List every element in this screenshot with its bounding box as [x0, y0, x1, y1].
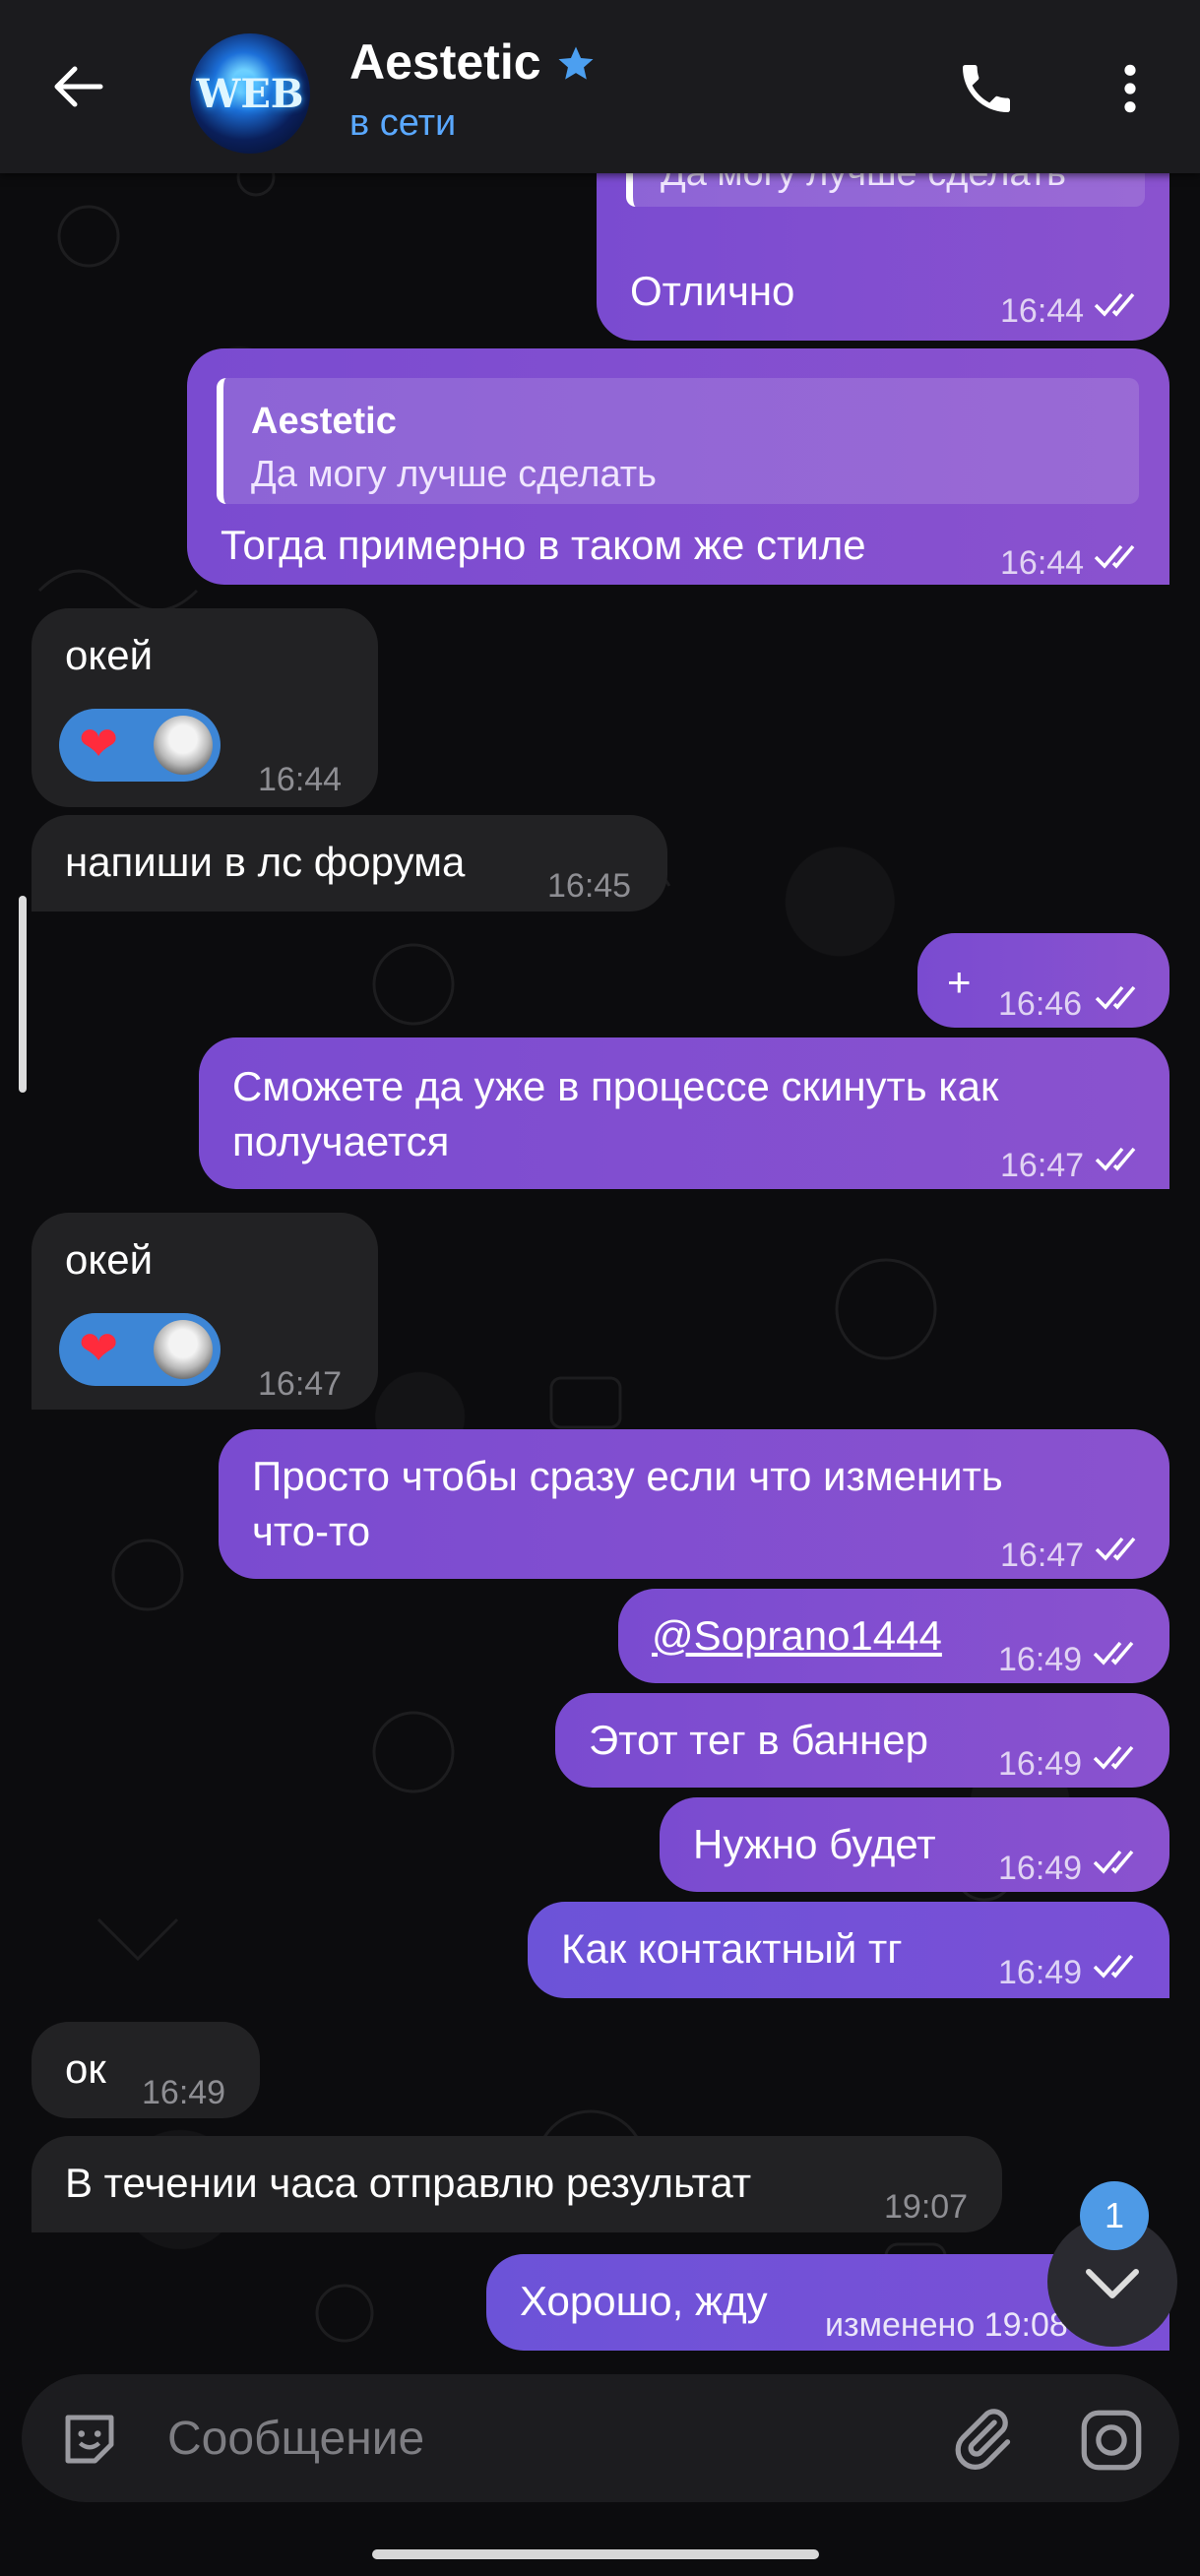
message-time: 16:47 — [1000, 1537, 1085, 1574]
message-outgoing[interactable]: Просто чтобы сразу если что изменить что… — [219, 1429, 1169, 1579]
double-check-icon — [1094, 292, 1135, 317]
double-check-icon — [1093, 1641, 1134, 1665]
message-time: 16:46 — [998, 985, 1083, 1023]
message-text: ок — [65, 2045, 106, 2092]
message-incoming[interactable]: В течении часа отправлю результат 19:07 — [32, 2136, 1002, 2232]
heart-icon: ❤ — [79, 1323, 119, 1375]
message-outgoing[interactable]: Сможете да уже в процессе скинуть как по… — [199, 1037, 1169, 1189]
message-outgoing[interactable]: @Soprano1444 16:49 — [618, 1589, 1169, 1683]
message-time: 16:44 — [258, 761, 343, 798]
reactor-avatar — [154, 716, 213, 775]
mention-link[interactable]: @Soprano1444 — [652, 1608, 942, 1664]
chat-header: WEB Aestetic в сети — [0, 0, 1200, 173]
reply-author: Aestetic — [251, 401, 397, 442]
message-time: 16:49 — [998, 1745, 1083, 1783]
double-check-icon — [1093, 1850, 1134, 1874]
reply-text: Да могу лучше сделать — [251, 454, 657, 495]
message-time: 16:44 — [1000, 292, 1085, 330]
online-status: в сети — [349, 102, 457, 144]
scroll-indicator[interactable] — [19, 896, 27, 1093]
message-time: изменено 19:08 — [825, 2306, 1068, 2344]
back-arrow-icon[interactable] — [49, 57, 108, 116]
message-text: Нужно будет — [693, 1821, 936, 1867]
paperclip-icon[interactable] — [947, 2404, 1016, 2473]
message-time: 16:49 — [142, 2074, 226, 2111]
message-input[interactable]: Сообщение — [167, 2412, 424, 2466]
message-text: Хорошо, жду — [520, 2278, 768, 2324]
message-incoming[interactable]: окей ❤ 16:47 — [32, 1213, 378, 1410]
reaction-chip[interactable]: ❤ — [59, 1313, 221, 1386]
message-text: Тогда примерно в таком же стиле — [221, 522, 866, 568]
double-check-icon — [1095, 1147, 1136, 1171]
home-indicator[interactable] — [372, 2549, 819, 2559]
reply-quote[interactable]: Aestetic Да могу лучше сделать — [217, 378, 1139, 504]
message-text: Отлично — [630, 268, 795, 314]
message-outgoing[interactable]: + 16:46 — [917, 933, 1169, 1028]
avatar-text: WEB — [196, 71, 304, 117]
message-time: 16:49 — [998, 1850, 1083, 1887]
verified-star-icon — [558, 46, 594, 80]
message-time: 16:47 — [258, 1365, 343, 1403]
double-check-icon — [1095, 1537, 1136, 1561]
double-check-icon — [1095, 985, 1136, 1010]
message-time: 19:07 — [884, 2188, 969, 2226]
message-composer: Сообщение — [22, 2374, 1179, 2502]
double-check-icon — [1093, 1745, 1134, 1770]
reactor-avatar — [154, 1320, 213, 1379]
message-time: 16:47 — [1000, 1147, 1085, 1184]
message-time: 16:49 — [998, 1641, 1083, 1678]
message-time: 16:49 — [998, 1954, 1083, 1991]
message-text: В течении часа отправлю результат — [65, 2160, 752, 2206]
message-text: напиши в лс форума — [65, 839, 466, 885]
message-outgoing[interactable]: Этот тег в баннер 16:49 — [555, 1693, 1169, 1788]
phone-icon[interactable] — [955, 57, 1018, 120]
message-text-line: получается — [232, 1118, 450, 1164]
message-incoming[interactable]: окей ❤ 16:44 — [32, 608, 378, 807]
unread-badge: 1 — [1080, 2181, 1149, 2250]
message-time: 16:45 — [547, 867, 632, 905]
message-text: окей — [65, 632, 154, 678]
avatar[interactable]: WEB — [190, 33, 310, 154]
chat-title[interactable]: Aestetic — [349, 33, 541, 91]
message-text-line: Просто чтобы сразу если что изменить — [252, 1453, 1003, 1499]
message-time: 16:44 — [1000, 544, 1085, 582]
double-check-icon — [1093, 1954, 1134, 1979]
camera-icon[interactable] — [1077, 2406, 1146, 2475]
message-text: + — [947, 959, 972, 1005]
message-outgoing[interactable]: Нужно будет 16:49 — [660, 1797, 1169, 1892]
message-outgoing[interactable]: Как контактный тг 16:49 — [528, 1902, 1169, 1998]
message-text: окей — [65, 1236, 154, 1283]
double-check-icon — [1094, 544, 1135, 569]
message-text-line: что-то — [252, 1508, 371, 1554]
message-text: Этот тег в баннер — [589, 1717, 928, 1763]
message-incoming[interactable]: ок 16:49 — [32, 2022, 260, 2118]
reaction-chip[interactable]: ❤ — [59, 709, 221, 782]
sticker-icon[interactable] — [57, 2407, 122, 2472]
message-incoming[interactable]: напиши в лс форума 16:45 — [32, 815, 667, 911]
message-text-line: Сможете да уже в процессе скинуть как — [232, 1063, 999, 1109]
message-outgoing[interactable]: Aestetic Да могу лучше сделать Тогда при… — [187, 348, 1169, 585]
heart-icon: ❤ — [79, 719, 119, 771]
message-text: Как контактный тг — [561, 1925, 903, 1972]
more-vert-icon[interactable] — [1103, 57, 1158, 120]
